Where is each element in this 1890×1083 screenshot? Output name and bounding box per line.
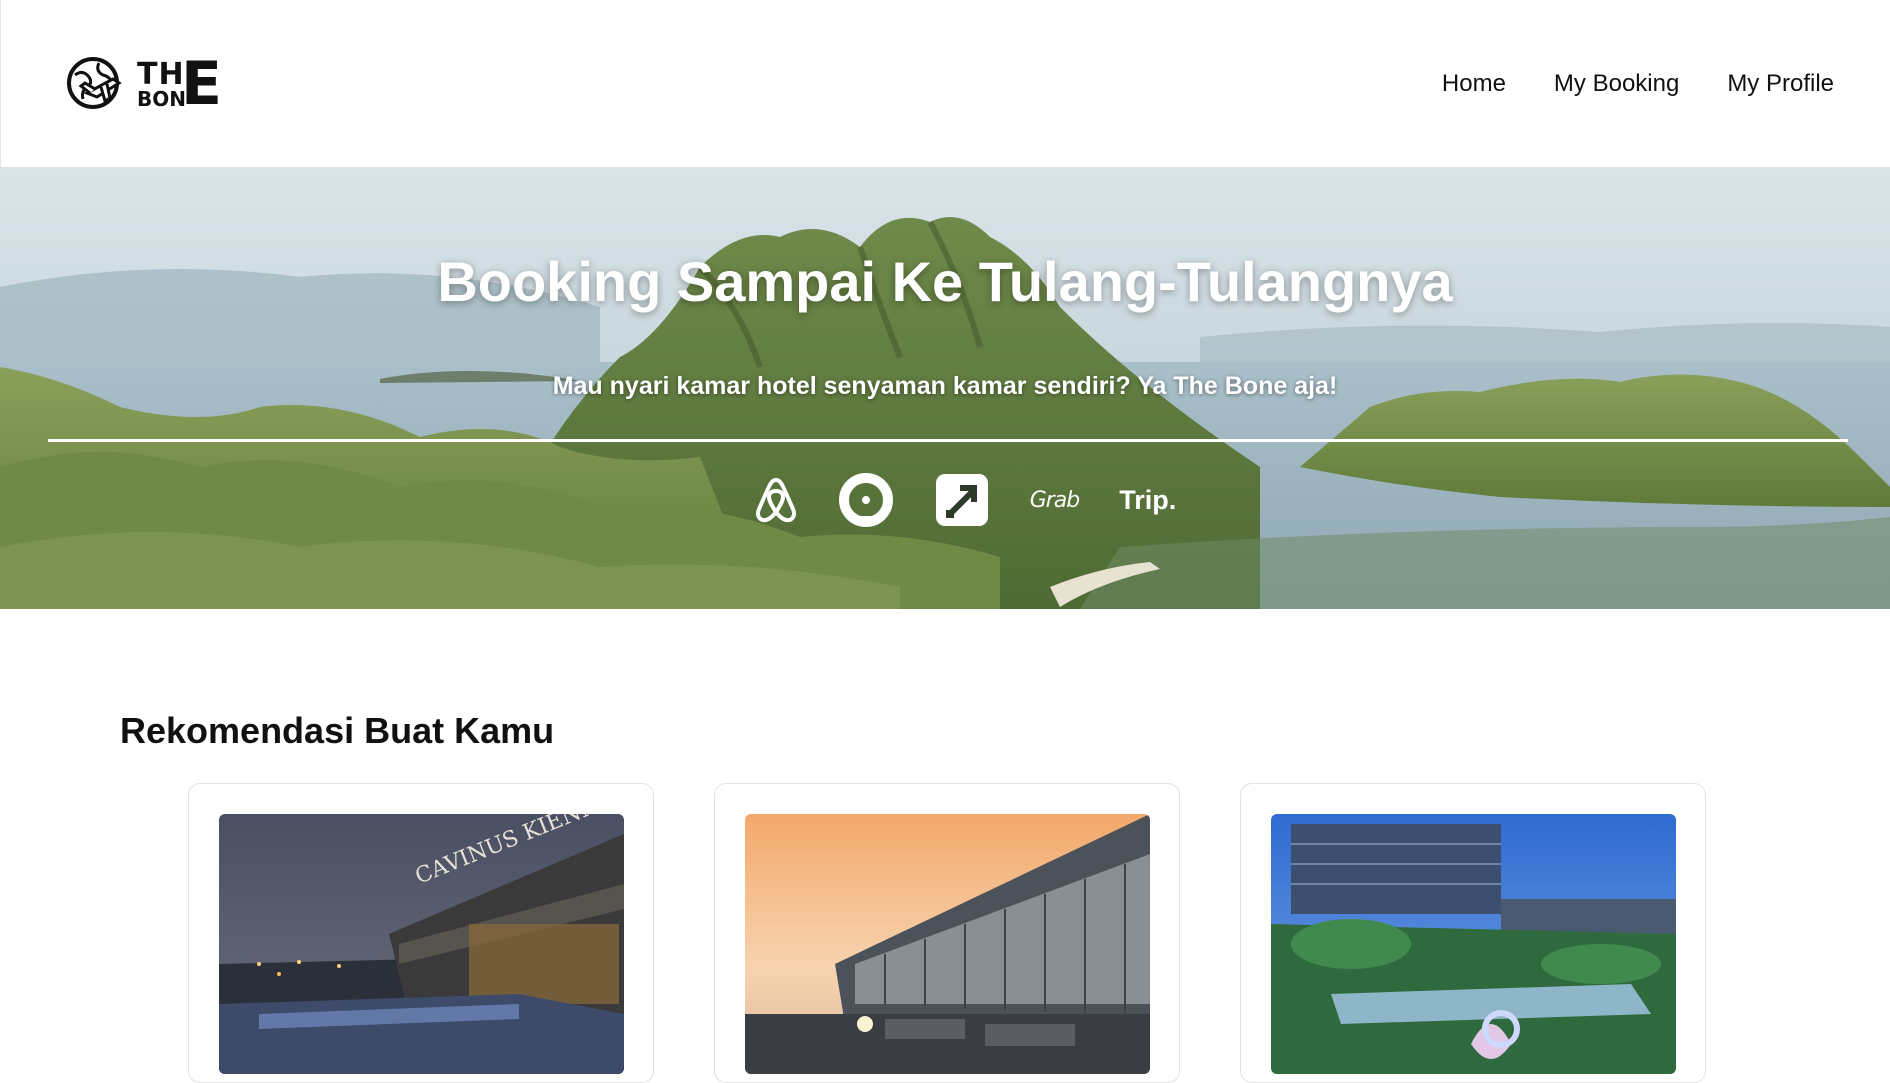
- hotel-card[interactable]: [1240, 783, 1706, 1083]
- hero-subtitle: Mau nyari kamar hotel senyaman kamar sen…: [552, 372, 1338, 400]
- partner-traveloka[interactable]: [934, 472, 990, 528]
- traveloka-icon: [935, 474, 988, 526]
- logo-big-letter: E: [181, 48, 222, 119]
- recommendations-title: Rekomendasi Buat Kamu: [120, 710, 555, 751]
- hotel-card[interactable]: CAVINUS KIENNE: [188, 783, 654, 1083]
- hero-title: Booking Sampai Ke Tulang-Tulangnya: [437, 250, 1453, 313]
- partner-airbnb[interactable]: [754, 476, 798, 524]
- hotel-card-list: CAVINUS KIENNE: [188, 783, 1706, 1083]
- trip-logo: Trip.: [1119, 484, 1177, 515]
- brand-logo[interactable]: TH BON E: [65, 48, 222, 119]
- logo-wordmark: TH BON E: [131, 48, 222, 119]
- grab-logo: Grab: [1029, 487, 1081, 513]
- hotel-image: [745, 814, 1150, 1074]
- nav-home-link[interactable]: Home: [1442, 70, 1506, 98]
- nav-my-booking-link[interactable]: My Booking: [1554, 70, 1679, 98]
- partner-gojek[interactable]: [838, 472, 894, 528]
- logo-line2: BON: [137, 86, 186, 111]
- gojek-icon: [838, 473, 893, 527]
- partner-logos: Grab Trip.: [0, 472, 1890, 528]
- globe-airplane-icon: [67, 56, 122, 109]
- hotel-image: [1271, 814, 1676, 1074]
- hotel-image: CAVINUS KIENNE: [219, 814, 624, 1074]
- airbnb-icon: [755, 477, 796, 523]
- hero-banner: Booking Sampai Ke Tulang-Tulangnya Mau n…: [0, 167, 1890, 609]
- partner-grab[interactable]: Grab: [1029, 487, 1081, 513]
- hero-divider: [48, 439, 1848, 442]
- navbar: TH BON E Home My Booking My Profile: [0, 0, 1890, 167]
- main-nav: Home My Booking My Profile: [1442, 70, 1834, 98]
- partner-trip[interactable]: Trip.: [1119, 485, 1176, 516]
- nav-my-profile-link[interactable]: My Profile: [1727, 70, 1834, 98]
- hotel-card[interactable]: [714, 783, 1180, 1083]
